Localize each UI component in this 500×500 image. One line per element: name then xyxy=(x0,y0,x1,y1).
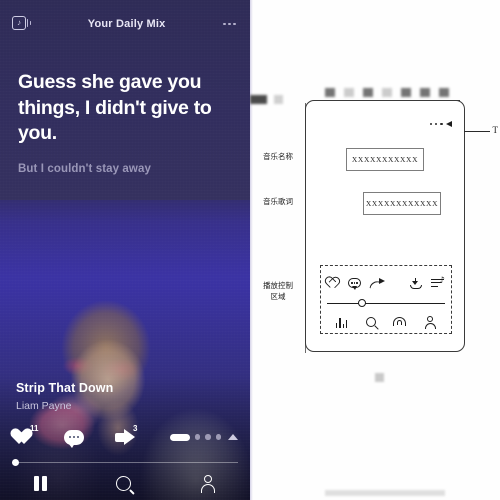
blurred-small-square xyxy=(375,373,384,382)
pause-button[interactable] xyxy=(34,475,47,491)
phone-notch-left xyxy=(322,100,374,102)
action-row: 11 3 xyxy=(14,424,238,450)
music-note-speaker-icon[interactable]: ♪ xyxy=(12,16,32,32)
annotation-control-line2: 区域 xyxy=(270,291,286,301)
control-icons-top-row: ♪ xyxy=(327,272,445,294)
triangle-up-icon[interactable] xyxy=(228,434,238,440)
tooltip-leader-line xyxy=(464,131,490,132)
track-title: Strip That Down xyxy=(16,381,114,395)
wire-slider-track xyxy=(327,303,445,305)
annotation-control-line1: 播放控制 xyxy=(263,281,293,290)
music-app-panel: ♪ Your Daily Mix Guess she gave you thin… xyxy=(0,0,250,500)
blurred-left-label xyxy=(250,95,283,104)
wire-equalizer-icon[interactable] xyxy=(335,317,348,328)
control-icons-bottom-row xyxy=(327,312,445,332)
wire-profile-icon[interactable] xyxy=(424,316,436,329)
more-horizontal-icon[interactable] xyxy=(221,17,238,32)
bottom-nav xyxy=(0,466,250,500)
profile-button[interactable] xyxy=(200,474,216,493)
share-button[interactable]: 3 xyxy=(115,424,137,445)
wire-download-icon[interactable] xyxy=(410,277,423,289)
seek-knob[interactable] xyxy=(12,459,19,466)
tooltip-label: T xyxy=(492,125,499,135)
wire-slider-knob[interactable] xyxy=(357,299,366,307)
wire-share-icon[interactable] xyxy=(369,277,385,290)
comment-button[interactable] xyxy=(64,429,84,448)
page-dot xyxy=(194,434,200,440)
wire-radio-icon[interactable] xyxy=(393,316,407,328)
page-dot xyxy=(215,434,221,440)
lyric-next-line: But I couldn't stay away xyxy=(18,163,151,176)
lyric-current-line: Guess she gave you things, I didn't give… xyxy=(18,71,212,145)
page-pill-active xyxy=(169,433,190,441)
seek-track xyxy=(12,462,238,464)
more-horizontal-icon[interactable] xyxy=(429,121,452,127)
comment-bubble-icon xyxy=(64,429,84,448)
page-dot xyxy=(205,434,211,440)
track-info: Strip That Down Liam Payne xyxy=(16,381,113,412)
like-button[interactable]: 11 xyxy=(14,424,38,446)
wire-like-icon[interactable] xyxy=(327,278,339,289)
seek-bar[interactable] xyxy=(12,459,238,466)
album-artwork-background xyxy=(0,180,250,500)
music-name-field[interactable]: XXXXXXXXXXX xyxy=(346,148,424,171)
like-count: 11 xyxy=(30,423,39,433)
search-button[interactable] xyxy=(115,475,131,491)
phone-notch-right xyxy=(412,100,460,102)
annotation-music-name: 音乐名称 xyxy=(263,152,293,161)
page-indicator[interactable] xyxy=(169,433,238,441)
blurred-bottom-bar xyxy=(325,490,445,496)
lyrics-block: Guess she gave you things, I didn't give… xyxy=(18,70,228,175)
annotation-control-area: 播放控制 区域 xyxy=(250,281,306,303)
app-top-bar: ♪ Your Daily Mix xyxy=(0,0,250,48)
track-artist: Liam Payne xyxy=(16,400,72,412)
panel-edge-shadow xyxy=(250,0,253,500)
wire-progress-slider[interactable] xyxy=(327,299,445,308)
blurred-header-text xyxy=(325,88,449,97)
phone-mock-frame: T XXXXXXXXXXX XXXXXXXXXXXX ♪ xyxy=(305,100,498,352)
wireframe-panel: 音乐名称 音乐歌词 播放控制 区域 T XXXXXXXXXXX XXXXXXXX… xyxy=(250,0,500,500)
page-title: Your Daily Mix xyxy=(87,18,166,30)
wire-playlist-icon[interactable]: ♪ xyxy=(431,276,445,289)
playback-control-area: ♪ xyxy=(320,265,452,334)
music-lyrics-field[interactable]: XXXXXXXXXXXX xyxy=(363,192,441,215)
screenshot-root: ♪ Your Daily Mix Guess she gave you thin… xyxy=(0,0,500,500)
share-count: 3 xyxy=(133,424,138,433)
annotation-music-lyrics: 音乐歌词 xyxy=(263,197,293,206)
wire-comment-icon[interactable] xyxy=(348,278,361,291)
wire-search-icon[interactable] xyxy=(365,317,376,327)
